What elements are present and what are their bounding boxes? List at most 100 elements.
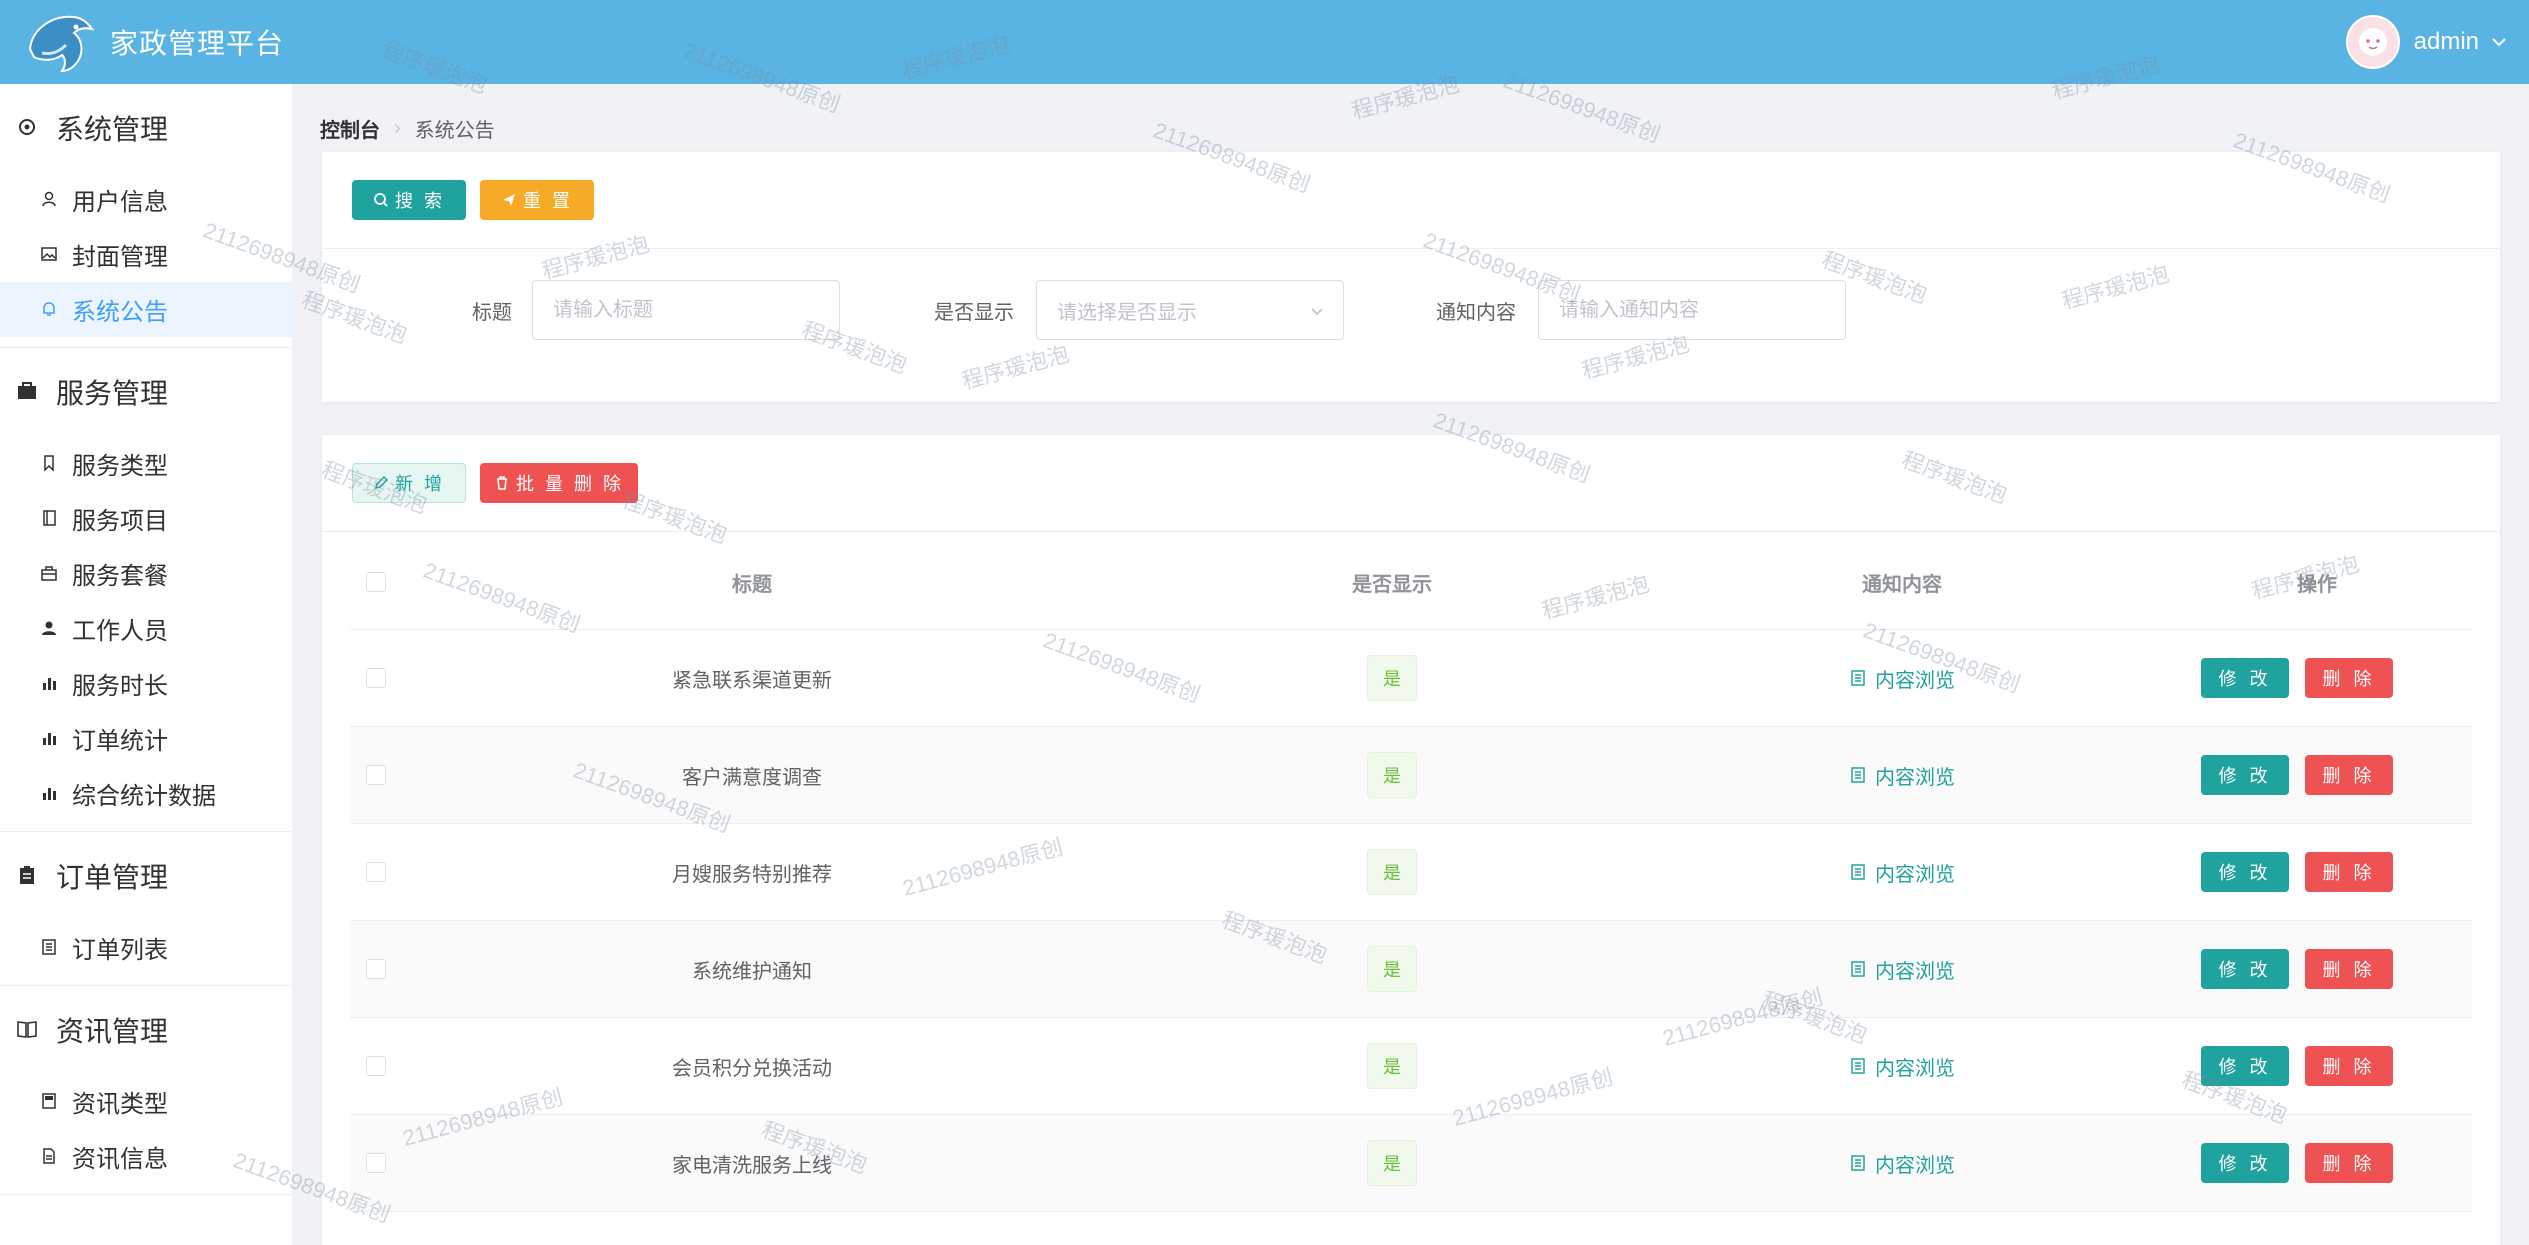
sidebar-item-label: 服务时长 xyxy=(72,673,168,700)
sidebar-item-news-type[interactable]: 资讯类型 xyxy=(0,1074,292,1129)
sidebar-item-overall-stats[interactable]: 综合统计数据 xyxy=(0,766,292,821)
sidebar-group-news: 资讯管理 资讯类型 资讯信息 xyxy=(0,986,292,1195)
row-checkbox[interactable] xyxy=(366,1153,386,1173)
view-content-link[interactable]: 内容浏览 xyxy=(1849,664,1955,693)
sidebar-item-staff[interactable]: 工作人员 xyxy=(0,601,292,656)
dolphin-logo-icon xyxy=(20,7,100,77)
row-title: 月嫂服务特别推荐 xyxy=(672,863,832,886)
show-tag: 是 xyxy=(1367,849,1417,895)
edit-button[interactable]: 修 改 xyxy=(2201,1143,2289,1183)
breadcrumb-root[interactable]: 控制台 xyxy=(320,114,380,143)
sidebar-group-title[interactable]: 服务管理 xyxy=(0,348,292,436)
edit-button[interactable]: 修 改 xyxy=(2201,755,2289,795)
sidebar-group-title[interactable]: 系统管理 xyxy=(0,84,292,172)
document-icon xyxy=(1851,1058,1865,1074)
delete-button[interactable]: 删 除 xyxy=(2305,658,2393,698)
view-label: 内容浏览 xyxy=(1875,1057,1955,1080)
view-content-link[interactable]: 内容浏览 xyxy=(1849,761,1955,790)
batch-delete-label: 批 量 删 除 xyxy=(515,474,624,494)
row-checkbox[interactable] xyxy=(366,668,386,688)
sidebar-item-announcement[interactable]: 系统公告 xyxy=(0,282,292,337)
sidebar-item-service-type[interactable]: 服务类型 xyxy=(0,436,292,491)
sidebar-group-order: 订单管理 订单列表 xyxy=(0,832,292,986)
sidebar-item-user-info[interactable]: 用户信息 xyxy=(0,172,292,227)
table-header: 标题 是否显示 通知内容 操作 xyxy=(350,535,2472,630)
delete-button[interactable]: 删 除 xyxy=(2305,1046,2393,1086)
content-label: 通知内容 xyxy=(1436,302,1516,324)
chevron-down-icon[interactable] xyxy=(2489,32,2509,52)
search-icon xyxy=(374,193,388,207)
send-icon xyxy=(502,194,515,206)
sidebar-item-label: 系统公告 xyxy=(72,299,168,326)
top-header: 家政管理平台 admin xyxy=(0,0,2529,84)
divider xyxy=(322,531,2500,532)
view-label: 内容浏览 xyxy=(1875,960,1955,983)
sidebar-item-service-duration[interactable]: 服务时长 xyxy=(0,656,292,711)
divider xyxy=(322,248,2500,249)
row-title: 会员积分兑换活动 xyxy=(672,1057,832,1080)
sidebar-group-label: 订单管理 xyxy=(56,862,169,893)
sidebar-item-cover[interactable]: 封面管理 xyxy=(0,227,292,282)
table-row: 月嫂服务特别推荐 是 内容浏览 修 改 删 除 xyxy=(350,824,2472,921)
edit-icon xyxy=(374,475,389,490)
row-title: 家电清洗服务上线 xyxy=(672,1154,832,1177)
row-checkbox[interactable] xyxy=(366,862,386,882)
select-all-checkbox[interactable] xyxy=(366,572,386,592)
reset-button-label: 重 置 xyxy=(522,191,573,211)
document-icon xyxy=(1851,767,1865,783)
edit-button[interactable]: 修 改 xyxy=(2201,1046,2289,1086)
delete-button[interactable]: 删 除 xyxy=(2305,852,2393,892)
show-select[interactable]: 请选择是否显示 xyxy=(1036,280,1344,340)
sidebar-item-label: 服务项目 xyxy=(72,508,168,535)
delete-button[interactable]: 删 除 xyxy=(2305,1143,2393,1183)
breadcrumb-separator-icon: › xyxy=(394,116,401,139)
content-input[interactable] xyxy=(1538,280,1846,340)
add-button[interactable]: 新 增 xyxy=(352,463,466,503)
sidebar-item-label: 封面管理 xyxy=(72,244,168,271)
user-name[interactable]: admin xyxy=(2414,28,2479,56)
image-icon xyxy=(40,245,60,265)
view-content-link[interactable]: 内容浏览 xyxy=(1849,1149,1955,1178)
user-menu[interactable]: admin xyxy=(2345,0,2509,84)
delete-button[interactable]: 删 除 xyxy=(2305,755,2393,795)
row-checkbox[interactable] xyxy=(366,959,386,979)
sidebar-group-title[interactable]: 订单管理 xyxy=(0,832,292,920)
table-row: 系统维护通知 是 内容浏览 修 改 删 除 xyxy=(350,921,2472,1018)
sidebar-item-label: 服务类型 xyxy=(72,453,168,480)
bookmark-icon xyxy=(40,454,60,474)
view-label: 内容浏览 xyxy=(1875,669,1955,692)
title-input[interactable] xyxy=(532,280,840,340)
sidebar-group-label: 服务管理 xyxy=(56,378,169,409)
sidebar-item-label: 服务套餐 xyxy=(72,563,168,590)
sidebar-item-label: 综合统计数据 xyxy=(72,783,216,810)
avatar[interactable] xyxy=(2345,15,2400,69)
search-button[interactable]: 搜 索 xyxy=(352,180,466,220)
view-content-link[interactable]: 内容浏览 xyxy=(1849,955,1955,984)
reset-button[interactable]: 重 置 xyxy=(480,180,594,220)
row-checkbox[interactable] xyxy=(366,765,386,785)
delete-button[interactable]: 删 除 xyxy=(2305,949,2393,989)
package-icon xyxy=(40,564,60,584)
sidebar-item-service-project[interactable]: 服务项目 xyxy=(0,491,292,546)
view-content-link[interactable]: 内容浏览 xyxy=(1849,858,1955,887)
sidebar-group-title[interactable]: 资讯管理 xyxy=(0,986,292,1074)
edit-button[interactable]: 修 改 xyxy=(2201,852,2289,892)
sidebar-item-news-info[interactable]: 资讯信息 xyxy=(0,1129,292,1184)
breadcrumb-current: 系统公告 xyxy=(414,119,495,142)
sidebar-item-order-stats[interactable]: 订单统计 xyxy=(0,711,292,766)
bell-icon xyxy=(40,300,60,320)
view-content-link[interactable]: 内容浏览 xyxy=(1849,1052,1955,1081)
avatar-face-icon xyxy=(2358,28,2387,56)
row-checkbox[interactable] xyxy=(366,1056,386,1076)
batch-delete-button[interactable]: 批 量 删 除 xyxy=(480,463,638,503)
sidebar-item-order-list[interactable]: 订单列表 xyxy=(0,920,292,975)
edit-button[interactable]: 修 改 xyxy=(2201,658,2289,698)
sidebar-item-service-package[interactable]: 服务套餐 xyxy=(0,546,292,601)
edit-button[interactable]: 修 改 xyxy=(2201,949,2289,989)
list-icon xyxy=(40,938,60,958)
notebook-icon xyxy=(40,509,60,529)
breadcrumb: 控制台 › 系统公告 xyxy=(320,112,495,144)
folder-icon xyxy=(40,1092,60,1112)
chevron-down-icon xyxy=(1311,308,1323,316)
add-button-label: 新 增 xyxy=(394,474,445,494)
